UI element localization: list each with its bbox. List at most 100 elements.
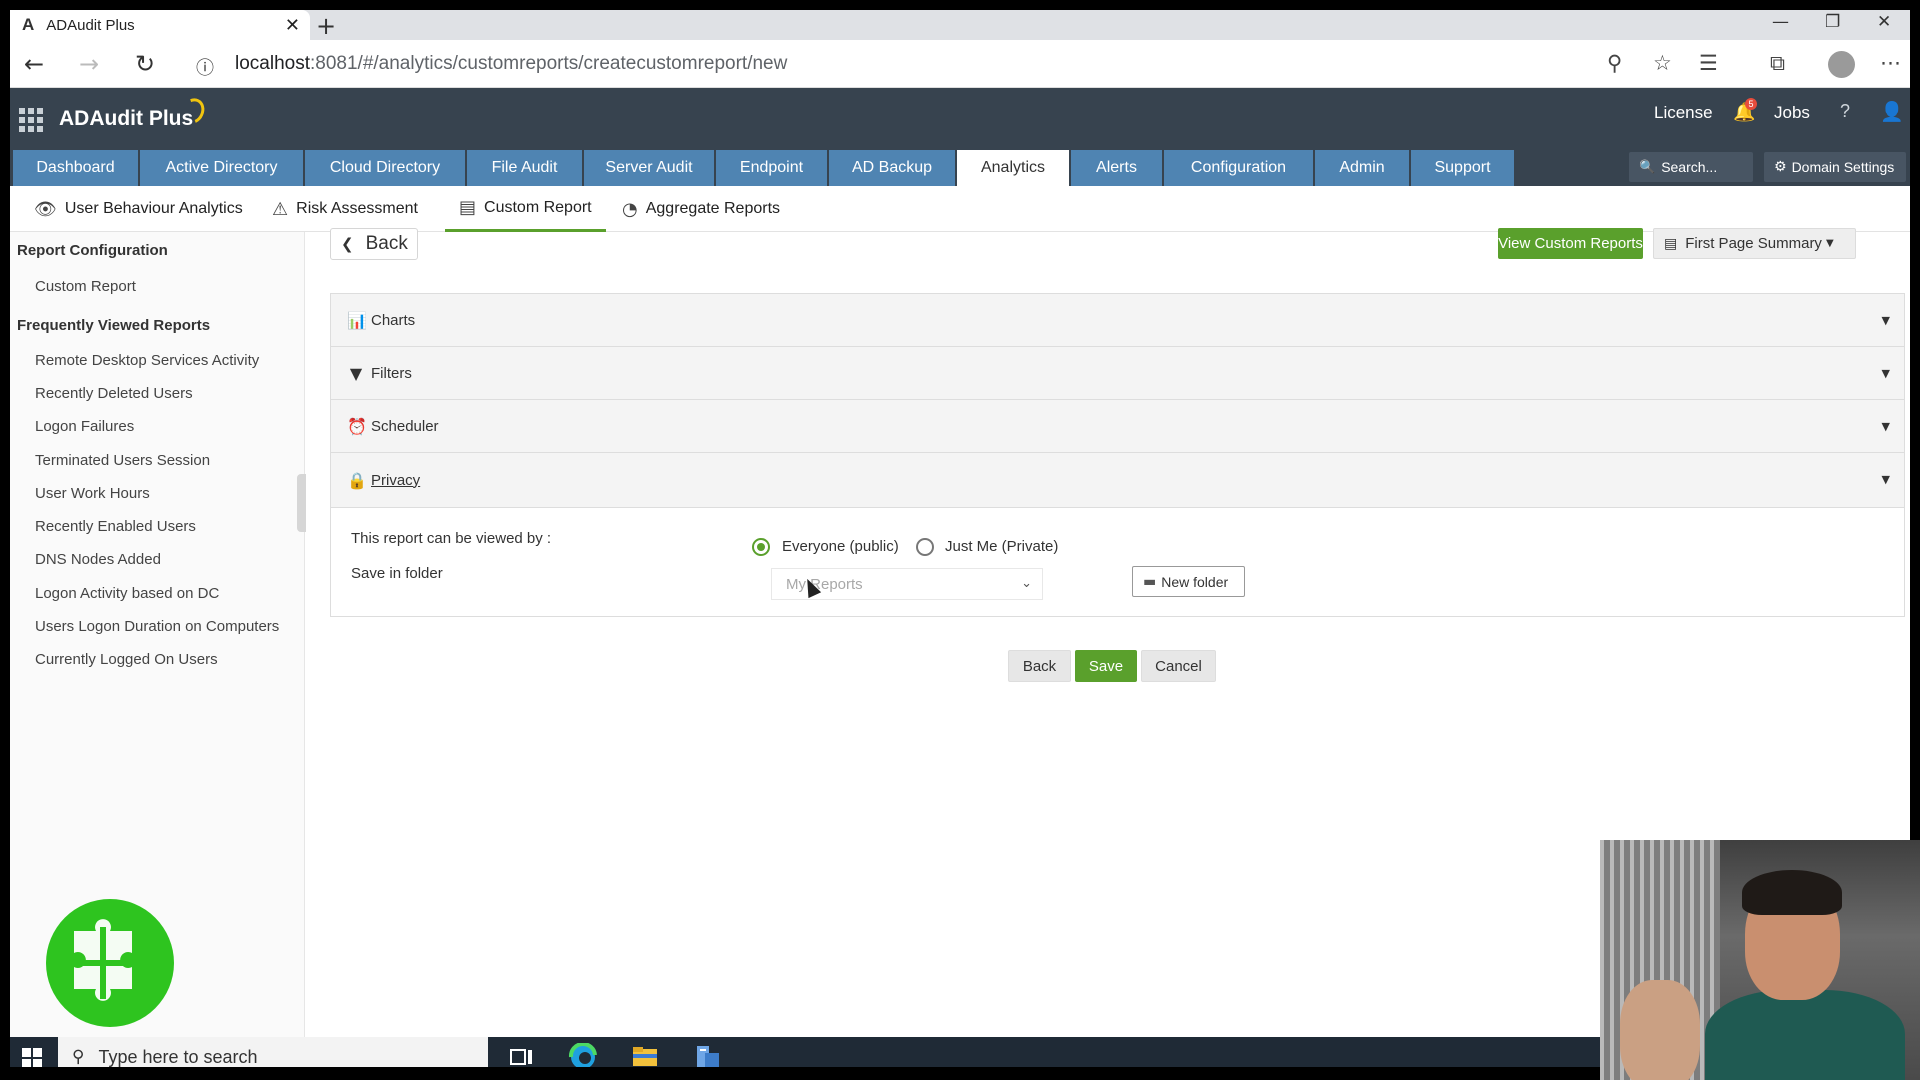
report-icon: ▤ <box>459 197 477 218</box>
more-menu-icon[interactable]: ⋯ <box>1880 51 1901 75</box>
subnav-custom-report[interactable]: ▤ Custom Report <box>445 186 606 232</box>
gear-icon: ⚙ <box>1774 159 1787 175</box>
domain-settings-button[interactable]: ⚙ Domain Settings <box>1764 152 1906 182</box>
sidebar-item-logon-activity-dc[interactable]: Logon Activity based on DC <box>35 585 219 602</box>
sidebar-item-logon-duration[interactable]: Users Logon Duration on Computers <box>35 618 279 635</box>
sidebar-item-recently-enabled-users[interactable]: Recently Enabled Users <box>35 518 196 535</box>
browser-tab-title: ADAudit Plus <box>46 16 135 34</box>
subnav-label: Custom Report <box>484 198 592 216</box>
url-host: localhost <box>235 53 310 74</box>
accordion-label: Privacy <box>371 471 421 489</box>
tab-configuration[interactable]: Configuration <box>1164 150 1313 186</box>
favorite-star-icon[interactable]: ☆ <box>1653 51 1672 75</box>
sidebar-item-user-work-hours[interactable]: User Work Hours <box>35 485 150 502</box>
radio-label-private[interactable]: Just Me (Private) <box>945 538 1058 555</box>
chevron-left-icon: ❮ <box>341 235 354 253</box>
window-close-icon[interactable]: ✕ <box>1877 12 1891 32</box>
license-link[interactable]: License <box>1654 103 1713 123</box>
accordion-label: Filters <box>371 364 412 382</box>
sidebar-item-remote-desktop[interactable]: Remote Desktop Services Activity <box>35 352 259 369</box>
tab-endpoint[interactable]: Endpoint <box>716 150 827 186</box>
tab-dashboard[interactable]: Dashboard <box>13 150 138 186</box>
cancel-button[interactable]: Cancel <box>1141 650 1216 682</box>
radio-just-me-private[interactable] <box>916 538 934 556</box>
tab-support[interactable]: Support <box>1411 150 1514 186</box>
pie-chart-icon: ◔ <box>622 198 638 220</box>
radio-everyone-public[interactable] <box>752 538 770 556</box>
new-tab-icon[interactable]: + <box>316 12 336 40</box>
caret-down-icon: ▼ <box>1881 420 1890 433</box>
accordion-scheduler[interactable]: ⏰ Scheduler ▼ <box>331 400 1904 453</box>
tab-ad-backup[interactable]: AD Backup <box>829 150 955 186</box>
back-button[interactable]: Back <box>1008 650 1071 682</box>
save-in-folder-label: Save in folder <box>351 565 443 582</box>
main-navigation: Dashboard Active Directory Cloud Directo… <box>13 150 1516 186</box>
search-input[interactable]: 🔍 Search... <box>1629 152 1753 182</box>
sidebar-item-custom-report[interactable]: Custom Report <box>35 278 136 295</box>
user-account-icon[interactable]: 👤 <box>1880 100 1904 123</box>
notification-count-badge: 5 <box>1745 98 1757 110</box>
app-launcher-icon[interactable] <box>19 108 43 132</box>
edge-browser-icon[interactable] <box>568 1043 598 1067</box>
app-header: ADAudit Plus License 🔔 5 Jobs ? 👤 Dashbo… <box>10 88 1910 186</box>
subnav-aggregate-reports[interactable]: ◔ Aggregate Reports <box>622 186 780 232</box>
profile-avatar[interactable] <box>1828 51 1855 78</box>
server-manager-icon[interactable] <box>692 1043 722 1067</box>
sidebar-collapse-handle[interactable] <box>297 474 306 532</box>
accordion-filters[interactable]: ▼ Filters ▼ <box>331 347 1904 400</box>
file-explorer-icon[interactable] <box>630 1043 660 1067</box>
accordion-privacy[interactable]: 🔒 Privacy ▼ <box>331 453 1904 508</box>
subnav-risk-assessment[interactable]: ⚠ Risk Assessment <box>272 186 418 232</box>
browser-tab-strip: A ADAudit Plus ✕ + — ❐ ✕ <box>10 10 1910 40</box>
forward-arrow-icon[interactable]: → <box>79 50 99 78</box>
windows-start-icon[interactable] <box>22 1048 42 1067</box>
webcam-video-overlay <box>1600 840 1920 1080</box>
favorites-list-icon[interactable]: ☰ <box>1699 51 1718 75</box>
radio-label-public[interactable]: Everyone (public) <box>782 538 899 555</box>
first-page-summary-dropdown[interactable]: ▤ First Page Summary ▼ <box>1653 228 1856 259</box>
caret-down-icon: ▼ <box>1881 473 1890 486</box>
eye-icon: 👁 <box>34 198 57 220</box>
sidebar-item-dns-nodes-added[interactable]: DNS Nodes Added <box>35 551 161 568</box>
reload-icon[interactable]: ↻ <box>135 50 155 78</box>
help-icon[interactable]: ? <box>1840 101 1850 122</box>
restore-icon[interactable]: ❐ <box>1825 12 1840 32</box>
new-folder-button[interactable]: ▬ New folder <box>1132 566 1245 597</box>
sidebar-item-logon-failures[interactable]: Logon Failures <box>35 418 134 435</box>
address-bar[interactable]: localhost:8081/#/analytics/customreports… <box>235 53 787 75</box>
tab-alerts[interactable]: Alerts <box>1071 150 1162 186</box>
tab-file-audit[interactable]: File Audit <box>467 150 582 186</box>
save-button[interactable]: Save <box>1075 650 1137 682</box>
back-arrow-icon[interactable]: ← <box>24 50 44 78</box>
collections-icon[interactable]: ⧉ <box>1770 51 1785 76</box>
search-icon: 🔍 <box>1639 159 1656 175</box>
site-info-icon[interactable]: ⓘ <box>196 54 214 80</box>
tab-active-directory[interactable]: Active Directory <box>140 150 303 186</box>
back-button-top[interactable]: ❮ Back <box>330 228 418 260</box>
browser-tab[interactable]: A ADAudit Plus ✕ <box>10 10 310 40</box>
sidebar-item-terminated-sessions[interactable]: Terminated Users Session <box>35 452 210 469</box>
viewed-by-label: This report can be viewed by : <box>351 530 552 547</box>
sidebar-item-recently-deleted-users[interactable]: Recently Deleted Users <box>35 385 193 402</box>
view-custom-reports-button[interactable]: View Custom Reports <box>1498 228 1643 259</box>
caret-down-icon: ▼ <box>1825 238 1834 249</box>
task-view-icon[interactable] <box>507 1043 537 1067</box>
sidebar-heading-report-configuration: Report Configuration <box>17 242 168 259</box>
jobs-link[interactable]: Jobs <box>1774 103 1810 123</box>
zoom-icon[interactable]: ⚲ <box>1607 51 1622 75</box>
new-folder-label: New folder <box>1161 573 1229 590</box>
tab-server-audit[interactable]: Server Audit <box>584 150 714 186</box>
accordion-charts[interactable]: 📊 Charts ▼ <box>331 294 1904 347</box>
accordion-label: Charts <box>371 311 416 329</box>
folder-select-value: My Reports <box>786 575 863 593</box>
taskbar-search-input[interactable]: ⚲ Type here to search <box>58 1037 488 1067</box>
adaudit-logo-icon: A <box>22 15 35 34</box>
minimize-icon[interactable]: — <box>1772 12 1789 32</box>
tab-analytics[interactable]: Analytics <box>957 150 1069 186</box>
tab-admin[interactable]: Admin <box>1315 150 1409 186</box>
screen-recording: A ADAudit Plus ✕ + — ❐ ✕ ← → ↻ ⓘ localho… <box>0 0 1920 1080</box>
close-tab-icon[interactable]: ✕ <box>285 15 300 36</box>
subnav-user-behaviour-analytics[interactable]: 👁 User Behaviour Analytics <box>34 186 243 232</box>
sidebar-item-currently-logged-on[interactable]: Currently Logged On Users <box>35 651 218 668</box>
tab-cloud-directory[interactable]: Cloud Directory <box>305 150 465 186</box>
